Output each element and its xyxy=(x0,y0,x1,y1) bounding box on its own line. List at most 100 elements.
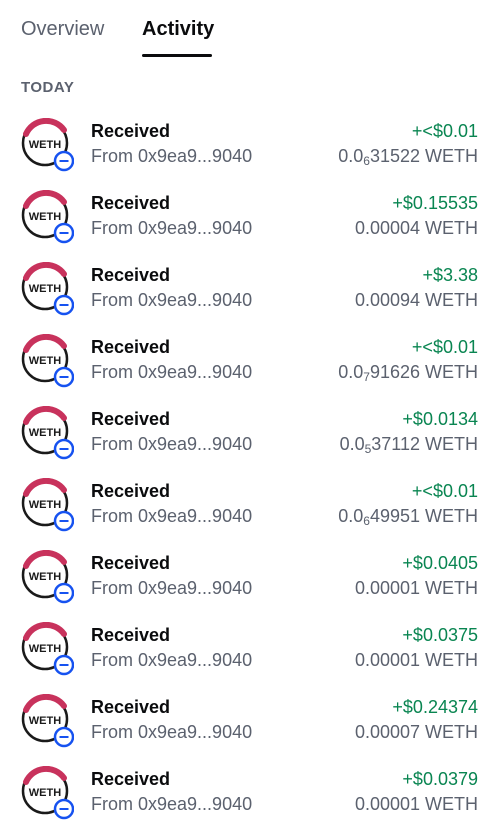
transaction-fiat-amount: +<$0.01 xyxy=(411,121,478,141)
svg-text:WETH: WETH xyxy=(29,283,61,295)
weth-token-icon: WETH xyxy=(21,262,74,316)
transaction-crypto-amount: 0.00001 WETH xyxy=(355,794,478,816)
ethereum-network-badge-icon xyxy=(53,150,74,172)
crypto-amount-prefix: 0.0 xyxy=(338,362,364,382)
transaction-fiat-amount: +$0.0375 xyxy=(402,625,478,645)
transaction-fiat-amount: +$0.0405 xyxy=(402,553,478,573)
crypto-amount-prefix: 0.0 xyxy=(338,146,364,166)
ethereum-network-badge-icon xyxy=(53,654,74,676)
ethereum-network-badge-icon xyxy=(53,222,74,244)
transaction-from-address: From 0x9ea9...9040 xyxy=(91,506,253,526)
svg-text:WETH: WETH xyxy=(29,715,61,727)
ethereum-network-badge-icon xyxy=(53,726,74,748)
transaction-title: Received xyxy=(91,553,171,573)
transaction-from-address: From 0x9ea9...9040 xyxy=(91,146,253,166)
transaction-from-address: From 0x9ea9...9040 xyxy=(91,434,253,454)
transaction-from-address: From 0x9ea9...9040 xyxy=(91,794,253,814)
weth-token-icon: WETH xyxy=(21,334,74,388)
transaction-row[interactable]: WETH Received From 0x9ea9...9040 +$0.037… xyxy=(0,612,500,684)
transaction-crypto-amount: 0.00001 WETH xyxy=(355,578,478,600)
svg-text:WETH: WETH xyxy=(29,499,61,511)
transaction-row[interactable]: WETH Received From 0x9ea9...9040 +<$0.01… xyxy=(0,108,500,180)
svg-text:WETH: WETH xyxy=(29,643,61,655)
transaction-title: Received xyxy=(91,697,171,717)
transaction-row[interactable]: WETH Received From 0x9ea9...9040 +$0.040… xyxy=(0,540,500,612)
transaction-title: Received xyxy=(91,769,171,789)
ethereum-network-badge-icon xyxy=(53,510,74,532)
transaction-crypto-amount: 0.0537112 WETH xyxy=(340,434,478,456)
transaction-title: Received xyxy=(91,193,171,213)
transaction-row[interactable]: WETH Received From 0x9ea9...9040 +$0.013… xyxy=(0,396,500,468)
transaction-row[interactable]: WETH Received From 0x9ea9...9040 +<$0.01… xyxy=(0,324,500,396)
ethereum-network-badge-icon xyxy=(53,294,74,316)
weth-token-icon: WETH xyxy=(21,406,74,460)
transaction-from-address: From 0x9ea9...9040 xyxy=(91,650,253,670)
transaction-title: Received xyxy=(91,265,171,285)
transaction-from-address: From 0x9ea9...9040 xyxy=(91,362,253,382)
crypto-amount-prefix: 0.00094 WETH xyxy=(354,290,478,310)
transaction-row[interactable]: WETH Received From 0x9ea9...9040 +$0.037… xyxy=(0,756,500,828)
transaction-crypto-amount: 0.00004 WETH xyxy=(355,218,478,240)
ethereum-network-badge-icon xyxy=(53,798,74,820)
transaction-fiat-amount: +$0.24374 xyxy=(392,697,478,717)
crypto-amount-prefix: 0.0 xyxy=(339,434,365,454)
weth-token-icon: WETH xyxy=(21,190,74,244)
tab-bar: Overview Activity xyxy=(0,0,500,60)
transaction-list: WETH Received From 0x9ea9...9040 +<$0.01… xyxy=(0,108,500,828)
crypto-amount-zero-count: 7 xyxy=(363,370,370,384)
ethereum-network-badge-icon xyxy=(53,438,74,460)
transaction-row[interactable]: WETH Received From 0x9ea9...9040 +$0.243… xyxy=(0,684,500,756)
svg-text:WETH: WETH xyxy=(29,355,61,367)
weth-token-icon: WETH xyxy=(21,622,74,676)
crypto-amount-rest: 37112 WETH xyxy=(371,434,478,454)
crypto-amount-rest: 31522 WETH xyxy=(369,146,478,166)
transaction-fiat-amount: +$0.0379 xyxy=(402,769,478,789)
tab-overview[interactable]: Overview xyxy=(21,18,104,41)
crypto-amount-prefix: 0.0 xyxy=(338,506,364,526)
transaction-row[interactable]: WETH Received From 0x9ea9...9040 +$3.38 … xyxy=(0,252,500,324)
transaction-crypto-amount: 0.00001 WETH xyxy=(355,650,478,672)
transaction-crypto-amount: 0.0631522 WETH xyxy=(338,146,478,168)
transaction-title: Received xyxy=(91,409,171,429)
transaction-fiat-amount: +$3.38 xyxy=(422,265,478,285)
weth-token-icon: WETH xyxy=(21,550,74,604)
transaction-crypto-amount: 0.00094 WETH xyxy=(355,290,478,312)
transaction-from-address: From 0x9ea9...9040 xyxy=(91,218,253,238)
crypto-amount-prefix: 0.00001 WETH xyxy=(354,650,478,670)
crypto-amount-prefix: 0.00001 WETH xyxy=(354,578,478,598)
svg-text:WETH: WETH xyxy=(29,571,61,583)
transaction-fiat-amount: +$0.15535 xyxy=(392,193,478,213)
ethereum-network-badge-icon xyxy=(53,366,74,388)
crypto-amount-rest: 49951 WETH xyxy=(369,506,478,526)
svg-text:WETH: WETH xyxy=(29,787,61,799)
transaction-crypto-amount: 0.0649951 WETH xyxy=(338,506,478,528)
svg-text:WETH: WETH xyxy=(29,211,61,223)
transaction-crypto-amount: 0.0791626 WETH xyxy=(338,362,478,384)
transaction-title: Received xyxy=(91,121,171,141)
transaction-from-address: From 0x9ea9...9040 xyxy=(91,578,253,598)
transaction-title: Received xyxy=(91,481,171,501)
transaction-crypto-amount: 0.00007 WETH xyxy=(355,722,478,744)
transaction-row[interactable]: WETH Received From 0x9ea9...9040 +<$0.01… xyxy=(0,468,500,540)
crypto-amount-zero-count: 6 xyxy=(363,154,370,168)
transaction-row[interactable]: WETH Received From 0x9ea9...9040 +$0.155… xyxy=(0,180,500,252)
crypto-amount-prefix: 0.00001 WETH xyxy=(354,794,478,814)
transaction-fiat-amount: +<$0.01 xyxy=(411,481,478,501)
transaction-fiat-amount: +$0.0134 xyxy=(402,409,478,429)
active-tab-indicator xyxy=(142,54,212,57)
crypto-amount-prefix: 0.00004 WETH xyxy=(354,218,478,238)
transaction-title: Received xyxy=(91,337,171,357)
transaction-title: Received xyxy=(91,625,171,645)
tab-activity[interactable]: Activity xyxy=(142,18,214,41)
transaction-from-address: From 0x9ea9...9040 xyxy=(91,290,253,310)
transaction-fiat-amount: +<$0.01 xyxy=(411,337,478,357)
weth-token-icon: WETH xyxy=(21,118,74,172)
section-header-today: TODAY xyxy=(21,79,75,96)
svg-text:WETH: WETH xyxy=(29,139,61,151)
ethereum-network-badge-icon xyxy=(53,582,74,604)
crypto-amount-rest: 91626 WETH xyxy=(369,362,478,382)
weth-token-icon: WETH xyxy=(21,478,74,532)
crypto-amount-prefix: 0.00007 WETH xyxy=(354,722,478,742)
weth-token-icon: WETH xyxy=(21,766,74,820)
weth-token-icon: WETH xyxy=(21,694,74,748)
